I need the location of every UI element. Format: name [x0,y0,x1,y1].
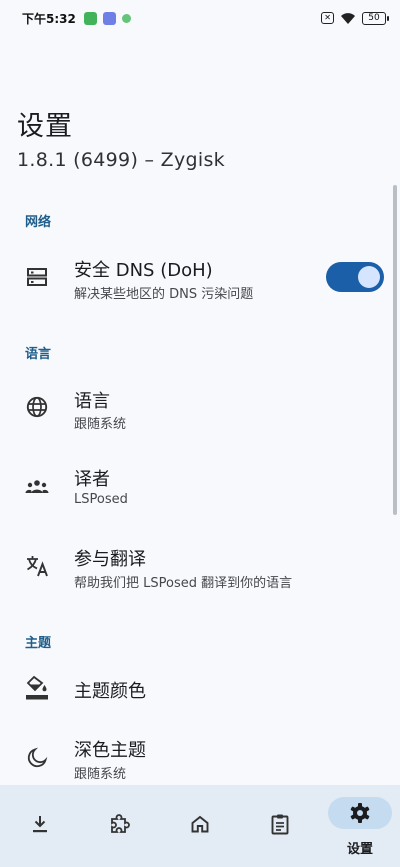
theme-color-item[interactable]: 主题颜色 [0,660,392,732]
theme-color-label: 主题颜色 [74,681,146,702]
translate-icon [25,554,49,578]
status-left: 下午5:32 [22,10,131,27]
dark-theme-label: 深色主题 [74,740,146,761]
battery-icon: 50 [362,11,389,25]
nav-label-settings: 设置 [346,842,373,857]
dns-icon [25,265,49,289]
translate-desc: 帮助我们把 LSPosed 翻译到你的语言 [74,576,293,591]
home-icon [188,812,212,836]
secure-dns-label: 安全 DNS (DoH) [74,260,213,281]
secure-dns-desc: 解决某些地区的 DNS 污染问题 [74,287,254,302]
nav-item-home[interactable] [160,785,240,867]
bottom-nav: 设置 [0,785,400,867]
notification-app-icon [102,11,116,25]
translate-label: 参与翻译 [74,549,146,570]
status-time: 下午5:32 [22,11,76,26]
status-right: ✕ 50 [321,11,389,25]
language-item[interactable]: 语言 跟随系统 [0,371,392,443]
translate-item[interactable]: 参与翻译 帮助我们把 LSPosed 翻译到你的语言 [0,530,392,602]
nav-item-downloads[interactable] [0,785,80,867]
globe-icon [25,395,49,419]
language-desc: 跟随系统 [74,417,127,432]
status-bar: 下午5:32 ✕ 50 [0,0,400,36]
wifi-icon [340,12,356,25]
toggle-knob [358,266,380,288]
translators-label: 译者 [74,469,110,490]
moon-icon [25,746,49,770]
page-title: 设置 [17,111,73,142]
section-header-language: 语言 [25,347,52,362]
download-icon [28,812,52,836]
nav-item-settings[interactable]: 设置 [328,785,392,867]
scrollbar[interactable] [393,185,397,515]
secure-dns-toggle[interactable] [326,262,384,292]
language-label: 语言 [74,391,110,412]
section-header-network: 网络 [25,215,52,230]
gear-icon [348,801,372,825]
dark-theme-desc: 跟随系统 [74,767,127,782]
nav-item-modules[interactable] [80,785,160,867]
version-subtitle: 1.8.1 (6499) – Zygisk [17,149,225,171]
translators-desc: LSPosed [74,492,128,507]
translators-item[interactable]: 译者 LSPosed [0,450,392,522]
puzzle-icon [108,812,132,836]
nav-item-logs[interactable] [240,785,320,867]
notification-app-icon [83,11,97,25]
clipboard-icon [268,812,292,836]
sim-off-icon: ✕ [321,12,334,24]
paint-bucket-icon [25,675,49,700]
section-header-theme: 主题 [25,636,52,651]
notification-dot-icon [121,13,131,23]
people-icon [25,474,49,498]
